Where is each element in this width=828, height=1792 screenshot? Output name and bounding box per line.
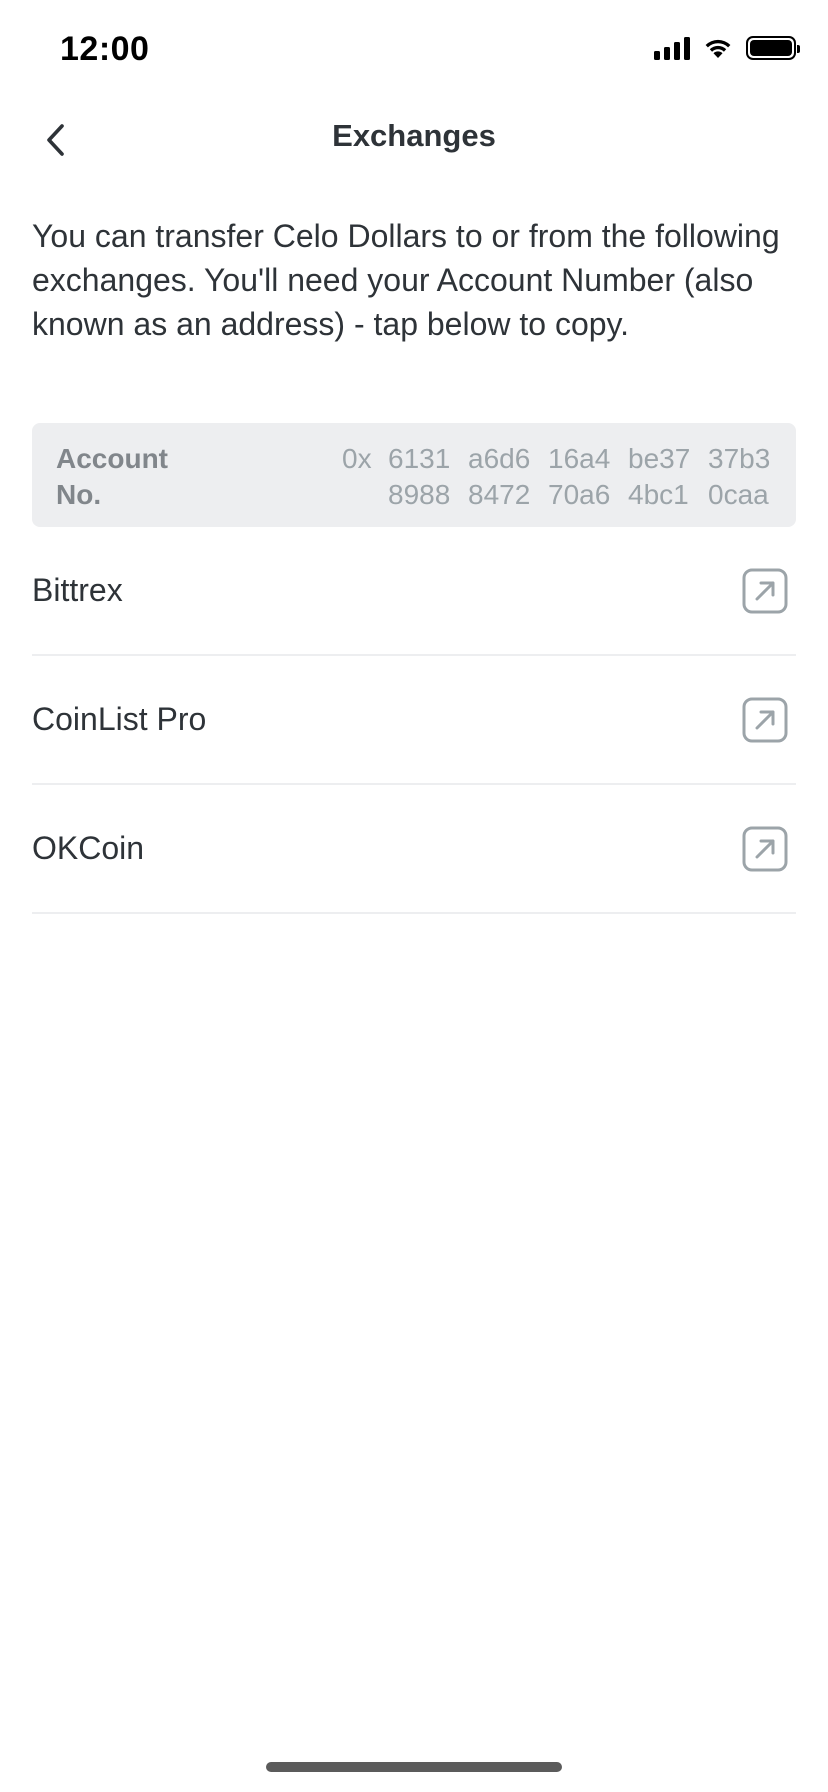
exchange-name: Bittrex xyxy=(32,572,123,608)
account-chunk: 8472 xyxy=(468,479,531,510)
account-chunk: 4bc1 xyxy=(628,479,689,510)
exchange-name: CoinList Pro xyxy=(32,701,207,737)
account-prefix: 0x xyxy=(342,443,372,474)
external-link-icon[interactable] xyxy=(742,697,788,743)
page-title: Exchanges xyxy=(332,118,496,153)
exchange-item-bittrex[interactable]: Bittrex xyxy=(32,527,796,656)
external-link-icon[interactable] xyxy=(742,568,788,614)
exchange-item-okcoin[interactable]: OKCoin xyxy=(32,785,796,914)
account-chunk: 37b3 xyxy=(708,443,771,474)
account-chunk: 0caa xyxy=(708,479,769,510)
wifi-icon xyxy=(705,39,731,58)
nav-header: Exchanges xyxy=(0,96,828,184)
home-indicator[interactable] xyxy=(266,1762,562,1772)
account-chunk: 6131 xyxy=(388,443,451,474)
exchange-name: OKCoin xyxy=(32,830,145,866)
account-chunk: 8988 xyxy=(388,479,451,510)
account-chunk: 70a6 xyxy=(548,479,611,510)
account-number-copy-box[interactable]: Account No. 0x 6131 a6d6 16a4 be37 37b3 … xyxy=(32,423,796,527)
status-bar: 12:00 xyxy=(0,0,828,100)
battery-icon xyxy=(746,36,800,60)
exchange-list: Bittrex CoinList Pro OKCoin xyxy=(32,527,796,914)
status-icons xyxy=(654,36,800,60)
exchange-item-coinlist-pro[interactable]: CoinList Pro xyxy=(32,656,796,785)
account-number-label: Account No. xyxy=(56,443,168,510)
account-number-line-1: 0x 6131 a6d6 16a4 be37 37b3 xyxy=(342,441,776,477)
account-number-value: 0x 6131 a6d6 16a4 be37 37b3 8988 8472 70… xyxy=(342,441,776,513)
status-time: 12:00 xyxy=(60,30,150,68)
external-link-icon[interactable] xyxy=(742,826,788,872)
account-chunk: a6d6 xyxy=(468,443,531,474)
exchanges-description: You can transfer Celo Dollars to or from… xyxy=(32,218,780,342)
cellular-signal-icon xyxy=(654,36,690,60)
account-chunk: be37 xyxy=(628,443,691,474)
account-chunk: 16a4 xyxy=(548,443,611,474)
account-number-line-2: 8988 8472 70a6 4bc1 0caa xyxy=(342,477,776,513)
